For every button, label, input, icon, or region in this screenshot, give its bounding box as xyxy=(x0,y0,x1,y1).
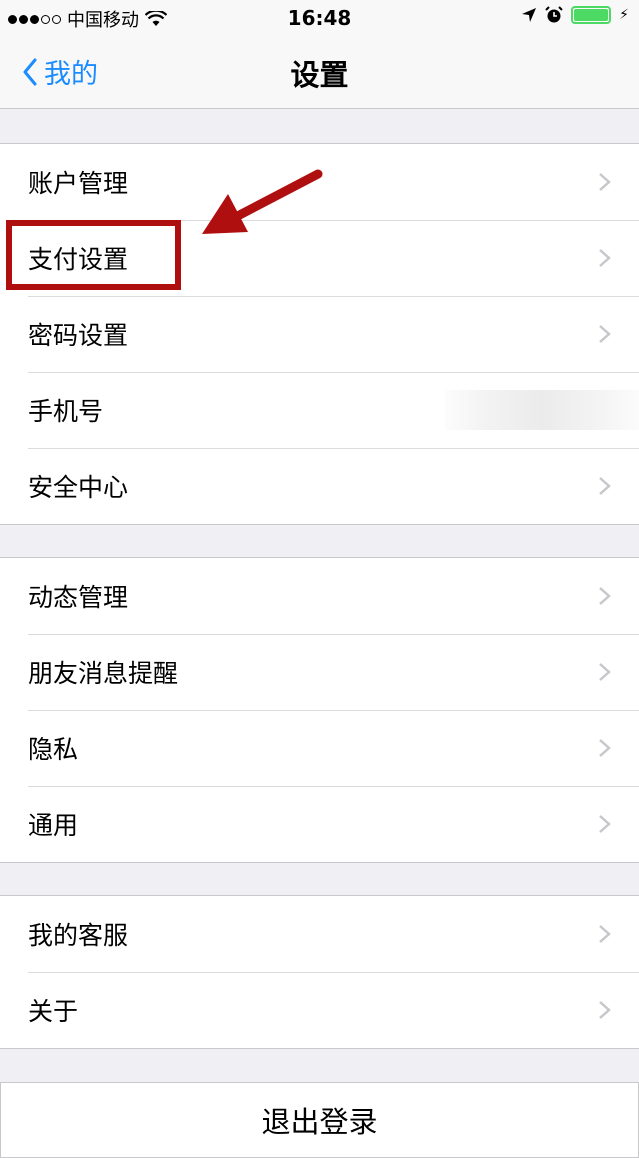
row-label: 我的客服 xyxy=(28,921,129,950)
chevron-right-icon xyxy=(599,587,611,605)
row-security-center[interactable]: 安全中心 xyxy=(0,448,639,524)
row-label: 关于 xyxy=(28,997,79,1026)
chevron-right-icon xyxy=(599,739,611,757)
row-password-settings[interactable]: 密码设置 xyxy=(0,296,639,372)
row-customer-service[interactable]: 我的客服 xyxy=(0,896,639,972)
chevron-right-icon xyxy=(599,249,611,267)
chevron-right-icon xyxy=(599,1001,611,1019)
battery-level-fill xyxy=(574,9,609,21)
row-account-management[interactable]: 账户管理 xyxy=(0,144,639,220)
battery-icon xyxy=(571,6,612,24)
blurred-phone-value xyxy=(445,390,639,430)
chevron-right-icon xyxy=(599,325,611,343)
row-label: 朋友消息提醒 xyxy=(28,659,179,688)
row-phone-number[interactable]: 手机号 xyxy=(0,372,639,448)
row-friend-notifications[interactable]: 朋友消息提醒 xyxy=(0,634,639,710)
row-privacy[interactable]: 隐私 xyxy=(0,710,639,786)
navigation-bar: 我的 设置 xyxy=(0,36,639,109)
chevron-right-icon xyxy=(599,173,611,191)
charging-bolt-icon: ⚡ xyxy=(619,7,629,23)
settings-group-social: 动态管理 朋友消息提醒 隐私 通用 xyxy=(0,557,639,863)
alarm-icon xyxy=(545,6,563,23)
row-label: 安全中心 xyxy=(28,473,129,502)
settings-group-account: 账户管理 支付设置 密码设置 手机号 安全中心 xyxy=(0,143,639,525)
row-label: 通用 xyxy=(28,811,79,840)
status-bar: 中国移动 16:48 ⚡ xyxy=(0,0,639,36)
row-moments-management[interactable]: 动态管理 xyxy=(0,558,639,634)
status-right: ⚡ xyxy=(521,6,629,24)
row-label: 隐私 xyxy=(28,735,79,764)
row-label: 账户管理 xyxy=(28,169,129,198)
row-about[interactable]: 关于 xyxy=(0,972,639,1048)
chevron-right-icon xyxy=(599,925,611,943)
logout-button[interactable]: 退出登录 xyxy=(0,1082,639,1158)
chevron-right-icon xyxy=(599,815,611,833)
chevron-right-icon xyxy=(599,477,611,495)
chevron-right-icon xyxy=(599,663,611,681)
row-general[interactable]: 通用 xyxy=(0,786,639,862)
row-label: 手机号 xyxy=(28,397,104,426)
row-payment-settings[interactable]: 支付设置 xyxy=(0,220,639,296)
row-label: 动态管理 xyxy=(28,583,129,612)
settings-group-support: 我的客服 关于 xyxy=(0,895,639,1049)
row-label: 密码设置 xyxy=(28,321,129,350)
location-arrow-icon xyxy=(522,8,537,22)
page-title: 设置 xyxy=(290,58,349,92)
row-label: 支付设置 xyxy=(28,245,129,274)
